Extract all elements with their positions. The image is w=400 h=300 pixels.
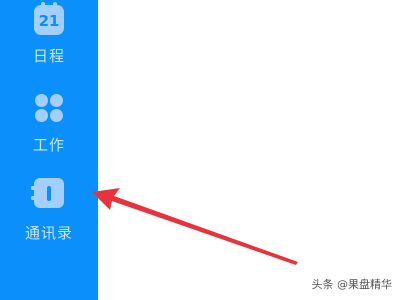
annotation-arrow — [92, 188, 298, 265]
watermark: 头条 @果盘精华 — [311, 278, 393, 291]
